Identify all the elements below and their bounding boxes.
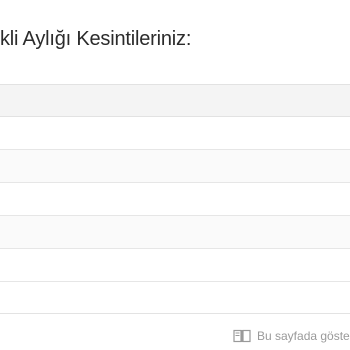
table-bottom-divider [0, 313, 350, 314]
table-row [0, 216, 350, 249]
show-on-page-link[interactable]: Bu sayfada göste [233, 329, 350, 343]
table-row [0, 117, 350, 150]
table-row [0, 183, 350, 216]
deductions-table [0, 84, 350, 282]
table-header-row [0, 84, 350, 117]
show-on-page-label: Bu sayfada göste [257, 329, 350, 343]
page: kli Aylığı Kesintileriniz: Bu sayfada gö… [0, 0, 350, 350]
table-row [0, 150, 350, 183]
page-title: kli Aylığı Kesintileriniz: [0, 28, 192, 50]
table-row [0, 249, 350, 282]
book-icon [233, 329, 251, 343]
